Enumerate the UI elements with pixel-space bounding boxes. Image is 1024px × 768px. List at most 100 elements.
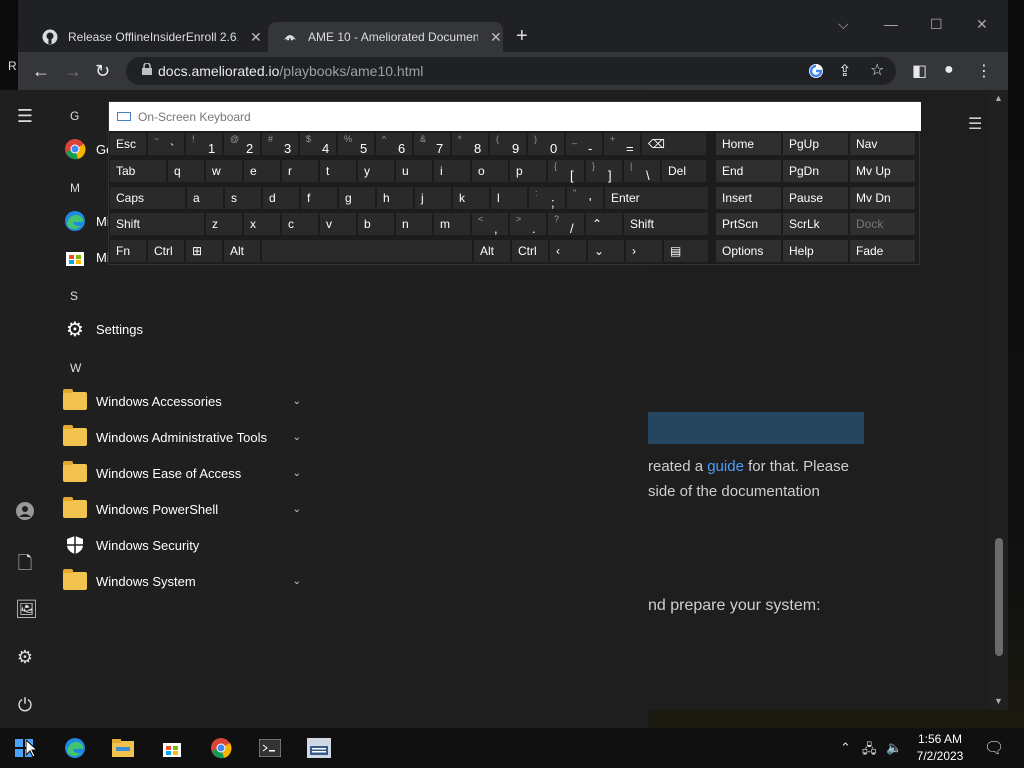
key-r[interactable]: r [281, 159, 319, 183]
maximize-button[interactable]: ☐ [930, 16, 943, 33]
gear-icon[interactable]: ⚙ [15, 647, 35, 667]
arrow-left-icon[interactable]: ‹ [549, 239, 587, 263]
key-x[interactable]: x [243, 212, 281, 236]
table-of-contents-icon[interactable]: ☰ [968, 114, 982, 134]
key-alt[interactable]: Alt [473, 239, 511, 263]
clock[interactable]: 1:56 AM 7/2/2023 [910, 731, 970, 765]
chevron-down-icon[interactable]: ⌄ [293, 432, 301, 443]
key-h[interactable]: h [376, 186, 414, 210]
back-button[interactable]: ← [32, 61, 50, 82]
key-1[interactable]: ! 1 [185, 132, 223, 156]
key-mv-up[interactable]: Mv Up [849, 159, 916, 183]
key-9[interactable]: (9 [489, 132, 527, 156]
key-s[interactable]: s [224, 186, 262, 210]
profile-icon[interactable]: ● [944, 61, 954, 79]
key-fn[interactable]: Fn [109, 239, 147, 263]
key-[interactable]: + = [603, 132, 641, 156]
user-icon[interactable] [15, 501, 35, 521]
app-windows-security[interactable]: Windows Security [62, 527, 307, 563]
key-dock[interactable]: Dock [849, 212, 916, 236]
key-d[interactable]: d [262, 186, 300, 210]
key-caps[interactable]: Caps [109, 186, 186, 210]
key-7[interactable]: & 7 [413, 132, 451, 156]
key-help[interactable]: Help [782, 239, 849, 263]
key-j[interactable]: j [414, 186, 452, 210]
key-n[interactable]: n [395, 212, 433, 236]
key-c[interactable]: c [281, 212, 319, 236]
key-y[interactable]: y [357, 159, 395, 183]
side-panel-icon[interactable]: ◧ [912, 61, 927, 81]
key-g[interactable]: g [338, 186, 376, 210]
letter-header[interactable]: G [70, 109, 79, 123]
key-tab[interactable]: Tab [109, 159, 167, 183]
key-f[interactable]: f [300, 186, 338, 210]
key-5[interactable]: % 5 [337, 132, 375, 156]
key-m[interactable]: m [433, 212, 471, 236]
hamburger-icon[interactable]: ☰ [15, 106, 35, 126]
key-k[interactable]: k [452, 186, 490, 210]
forward-button[interactable]: → [64, 61, 82, 82]
key-4[interactable]: $4 [299, 132, 337, 156]
key-[interactable]: " ' [566, 186, 604, 210]
key-[interactable]: | \ [623, 159, 661, 183]
key-shift[interactable]: Shift [623, 212, 709, 236]
key-o[interactable]: o [471, 159, 509, 183]
key-3[interactable]: #3 [261, 132, 299, 156]
letter-header[interactable]: W [70, 361, 81, 375]
new-tab-button[interactable]: + [516, 25, 528, 48]
key-q[interactable]: q [167, 159, 205, 183]
key-shift[interactable]: Shift [109, 212, 205, 236]
key-pause[interactable]: Pause [782, 186, 849, 210]
osk-title-bar[interactable]: On-Screen Keyboard [109, 102, 921, 131]
letter-header[interactable]: M [70, 181, 80, 195]
scroll-up-icon[interactable]: ▲ [994, 93, 1003, 103]
windows-key-icon[interactable]: ⊞ [185, 239, 223, 263]
key-[interactable]: ~ ` [147, 132, 185, 156]
key-end[interactable]: End [715, 159, 782, 183]
close-tab-icon[interactable]: ✕ [490, 29, 502, 46]
key-[interactable]: <, [471, 212, 509, 236]
menu-key-icon[interactable]: ▤ [663, 239, 709, 263]
chevron-down-icon[interactable]: ⌄ [293, 468, 301, 479]
key-[interactable]: {[ [547, 159, 585, 183]
chevron-down-icon[interactable]: ⌄ [293, 396, 301, 407]
key-enter[interactable]: Enter [604, 186, 709, 210]
key-pgup[interactable]: PgUp [782, 132, 849, 156]
key-z[interactable]: z [205, 212, 243, 236]
app-folder-windows-system[interactable]: Windows System ⌄ [62, 563, 307, 599]
key-w[interactable]: w [205, 159, 243, 183]
key-8[interactable]: * 8 [451, 132, 489, 156]
key-6[interactable]: ^ 6 [375, 132, 413, 156]
key-[interactable]: >. [509, 212, 547, 236]
explorer-icon[interactable] [111, 736, 135, 760]
guide-link[interactable]: guide [707, 458, 744, 475]
key-home[interactable]: Home [715, 132, 782, 156]
app-settings[interactable]: ⚙ Settings [62, 311, 307, 347]
store-icon[interactable] [160, 736, 184, 760]
key-[interactable]: :; [528, 186, 566, 210]
key-alt[interactable]: Alt [223, 239, 261, 263]
reload-button[interactable]: ↻ [95, 61, 110, 82]
key-t[interactable]: t [319, 159, 357, 183]
key-prtscn[interactable]: PrtScn [715, 212, 782, 236]
volume-muted-icon[interactable]: 🔈 [886, 740, 902, 756]
key-pgdn[interactable]: PgDn [782, 159, 849, 183]
key-0[interactable]: ) 0 [527, 132, 565, 156]
chrome-icon[interactable] [209, 736, 233, 760]
key-nav[interactable]: Nav [849, 132, 916, 156]
chevron-up-icon[interactable]: ⌃ [840, 740, 851, 756]
app-folder-powershell[interactable]: Windows PowerShell ⌄ [62, 491, 307, 527]
arrow-right-icon[interactable]: › [625, 239, 663, 263]
key-ctrl[interactable]: Ctrl [147, 239, 185, 263]
letter-header[interactable]: S [70, 289, 78, 303]
chevron-down-icon[interactable]: ⌵ [838, 16, 849, 33]
arrow-down-icon[interactable]: ⌄ [587, 239, 625, 263]
close-tab-icon[interactable]: ✕ [250, 29, 262, 46]
power-icon[interactable]: ⏻ [15, 695, 35, 715]
backspace-icon[interactable]: ⌫ [641, 132, 707, 156]
osk-icon[interactable] [307, 736, 331, 760]
key-options[interactable]: Options [715, 239, 782, 263]
chevron-down-icon[interactable]: ⌄ [293, 504, 301, 515]
bookmark-star-icon[interactable]: ☆ [870, 60, 884, 80]
edge-icon[interactable] [63, 736, 87, 760]
